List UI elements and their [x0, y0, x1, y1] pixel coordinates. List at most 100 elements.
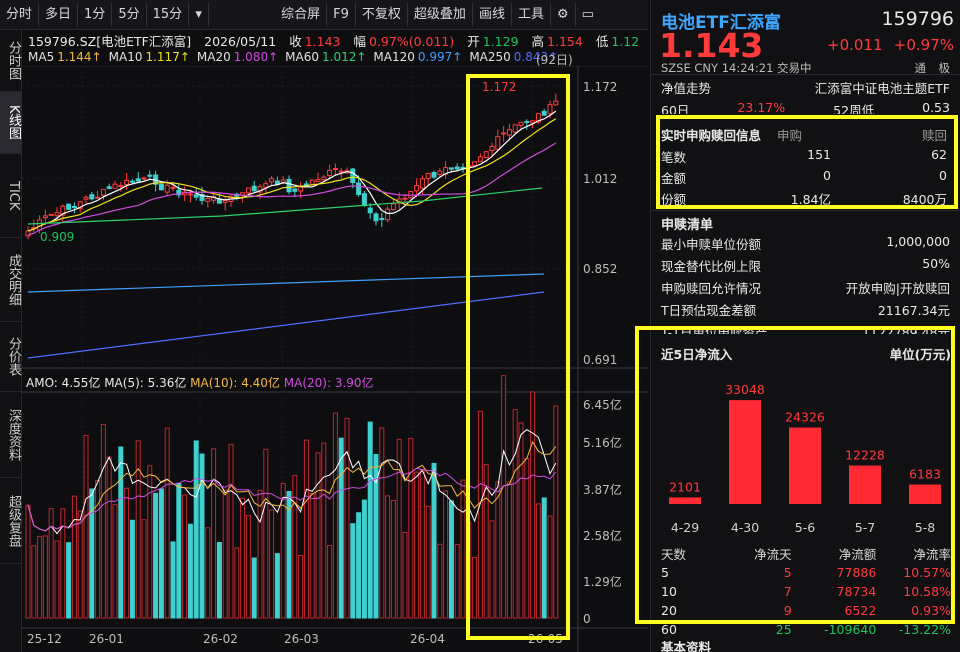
- candle-body: [280, 179, 286, 183]
- ma-value: 1.144↑: [57, 50, 102, 64]
- price-change: +0.011: [827, 36, 883, 54]
- price-tick: 1.012: [583, 172, 618, 186]
- vtab-tick[interactable]: TICK: [0, 154, 22, 238]
- candle-body: [112, 183, 118, 189]
- draw-button[interactable]: 画线: [473, 2, 512, 27]
- volume-bar: [37, 535, 43, 619]
- candle-body: [385, 208, 391, 221]
- quote-time: 14:24:21: [721, 61, 774, 75]
- basic-info-title[interactable]: 基本资料: [661, 641, 711, 652]
- no-adjust-button[interactable]: 不复权: [356, 2, 408, 27]
- volume-bar: [263, 448, 269, 619]
- f9-button[interactable]: F9: [327, 2, 356, 27]
- list-value: 1,000,000: [886, 234, 950, 249]
- volume-bar: [147, 465, 153, 619]
- volume-bar: [443, 490, 449, 619]
- volume-bar: [54, 540, 60, 619]
- volume-bar: [298, 554, 304, 619]
- volume-bar: [141, 519, 147, 619]
- open-label: 开: [467, 34, 480, 49]
- row60-value: 23.17%: [737, 100, 786, 114]
- volume-bar: [367, 421, 373, 619]
- volume-bar: [425, 505, 431, 619]
- date-tick: 26-04: [410, 632, 445, 646]
- vtab-price-table[interactable]: 分价表: [0, 322, 22, 392]
- candle-body: [309, 179, 315, 185]
- gear-icon[interactable]: ⚙: [551, 2, 576, 27]
- candle-body: [187, 193, 193, 196]
- volume-bar: [216, 542, 222, 619]
- window-icon[interactable]: ▭: [576, 3, 600, 27]
- volume-bar: [124, 487, 130, 619]
- list-key: 现金替代比例上限: [661, 259, 762, 274]
- vtab-kline[interactable]: K线图: [0, 92, 22, 154]
- candle-body: [338, 170, 344, 173]
- volume-tick: 6.45亿: [583, 398, 622, 412]
- flow-rate: -13.22%: [898, 622, 951, 637]
- volume-bar: [100, 423, 106, 619]
- vtab-timeshare[interactable]: 分时图: [0, 30, 22, 92]
- volume-bar: [135, 440, 141, 619]
- candle-body: [100, 188, 106, 196]
- candle-body: [332, 168, 338, 171]
- volume-bar: [274, 553, 280, 619]
- candle-body: [54, 212, 60, 217]
- volume-bar: [158, 488, 164, 619]
- ma-legend-item: MA120 0.997↑: [373, 50, 462, 64]
- ma-name: MA250: [469, 50, 511, 64]
- candle-body: [170, 186, 176, 189]
- ma-value: 1.117↑: [145, 50, 190, 64]
- volume-bar: [71, 495, 77, 619]
- candle-body: [95, 196, 101, 199]
- volume-bar: [385, 495, 391, 619]
- ma-name: MA60: [285, 50, 319, 64]
- price-tick: 0.691: [583, 353, 618, 367]
- vertical-tabs: 分时图 K线图 TICK 成交明细 分价表 深度资料 超级复盘: [0, 30, 22, 652]
- period-row: 60日 23.17% 52周低 0.53: [661, 100, 950, 114]
- volume-bar: [48, 508, 54, 619]
- volume-bar: [60, 508, 66, 619]
- vtab-trades[interactable]: 成交明细: [0, 238, 22, 322]
- tab-15min[interactable]: 15分: [147, 2, 190, 27]
- high-value: 1.154: [547, 34, 583, 49]
- nav-row[interactable]: 净值走势 汇添富中证电池主题ETF: [661, 78, 950, 97]
- volume-bar: [89, 488, 95, 619]
- ma-legend-item: MA10 1.117↑: [109, 50, 190, 64]
- volume-bar: [245, 514, 251, 619]
- amo-legend: AMO: 4.55亿 MA(5): 5.36亿 MA(10): 4.40亿 MA…: [26, 374, 374, 391]
- flow-row: 60 25 -109640 -13.22%: [661, 622, 951, 637]
- candle-body: [141, 177, 147, 180]
- candle-body: [205, 198, 211, 202]
- candle-body: [414, 185, 420, 192]
- volume-bar: [42, 535, 48, 619]
- candle-body: [135, 178, 141, 182]
- candle-body: [292, 188, 298, 192]
- volume-bar: [257, 489, 263, 619]
- tab-multiday[interactable]: 多日: [39, 2, 79, 27]
- divider: [651, 210, 960, 211]
- volume-bar: [280, 482, 286, 619]
- overlay-button[interactable]: 超级叠加: [408, 2, 473, 27]
- volume-bar: [390, 499, 396, 619]
- vtab-depth[interactable]: 深度资料: [0, 392, 22, 478]
- vtab-replay[interactable]: 超级复盘: [0, 478, 22, 564]
- tab-5min[interactable]: 5分: [112, 2, 147, 27]
- row60-label: 60日: [661, 103, 690, 114]
- close-label: 收: [289, 34, 302, 49]
- volume-bar: [118, 446, 124, 619]
- tab-1min[interactable]: 1分: [78, 2, 113, 27]
- tab-timeshare[interactable]: 分时: [0, 2, 40, 27]
- divider: [651, 74, 960, 75]
- price-tick: 1.172: [583, 80, 618, 94]
- volume-bar: [222, 489, 228, 619]
- volume-tick: 0: [583, 612, 591, 626]
- volume-bar: [153, 492, 159, 619]
- period-dropdown-icon[interactable]: ▾: [189, 2, 210, 27]
- close-value: 1.143: [304, 34, 341, 49]
- candle-body: [408, 191, 414, 199]
- tools-button[interactable]: 工具: [512, 2, 551, 27]
- redemption-list-row: 最小申赎单位份额 1,000,000: [661, 234, 950, 253]
- overview-button[interactable]: 综合屏: [275, 2, 328, 27]
- candle-body: [245, 187, 251, 194]
- volume-bar: [199, 453, 205, 619]
